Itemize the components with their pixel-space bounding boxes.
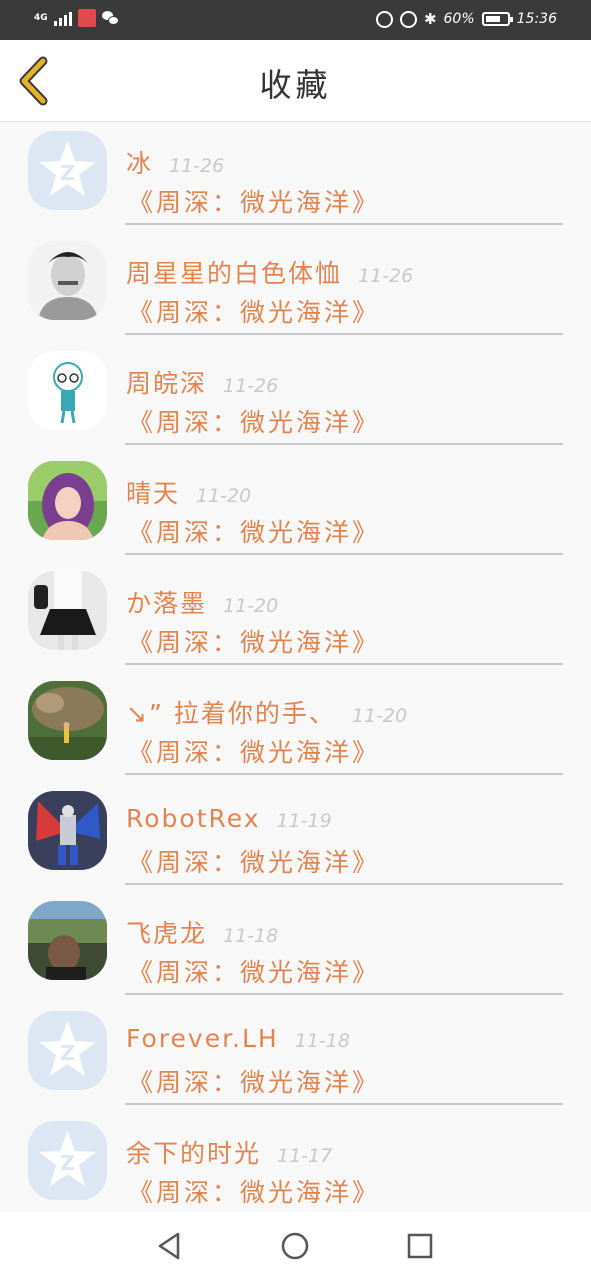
status-left: 4G [34, 9, 120, 27]
avatar[interactable] [28, 681, 107, 760]
divider [125, 663, 563, 665]
divider [125, 883, 563, 885]
divider [125, 443, 563, 445]
user-name: 周皖深 [126, 369, 208, 398]
divider [125, 773, 563, 775]
list-item[interactable]: ↘” 拉着你的手、 11-20 《周深：微光海洋》 [0, 672, 591, 782]
header-bar: 收藏 [0, 40, 591, 122]
avatar[interactable] [28, 571, 107, 650]
book-title: 《周深：微光海洋》 [128, 408, 381, 437]
book-title: 《周深：微光海洋》 [128, 518, 381, 547]
book-title: 《周深：微光海洋》 [128, 1178, 381, 1207]
status-bar: 4G ✱ 60% 15:36 [0, 0, 591, 40]
divider [125, 553, 563, 555]
favorite-date: 11-26 [358, 265, 414, 287]
system-nav-bar [0, 1212, 591, 1280]
list-item[interactable]: 飞虎龙 11-18 《周深：微光海洋》 [0, 892, 591, 1002]
favorite-date: 11-18 [223, 925, 279, 947]
favorites-list[interactable]: Z 冰 11-26 《周深：微光海洋》 周星星的白色体恤 11-26 《周深：微光海… [0, 122, 591, 1212]
square-recents-icon [407, 1233, 433, 1259]
name-line: 冰 11-26 [126, 144, 224, 180]
name-line: ↘” 拉着你的手、 11-20 [126, 694, 407, 730]
svg-text:Z: Z [60, 161, 75, 185]
avatar[interactable]: Z [28, 1121, 107, 1200]
list-item[interactable]: RobotRex 11-19 《周深：微光海洋》 [0, 782, 591, 892]
user-name: 冰 [126, 149, 154, 178]
name-line: 周星星的白色体恤 11-26 [126, 254, 413, 290]
user-name: ↘” 拉着你的手、 [126, 699, 336, 728]
user-name: 周星星的白色体恤 [126, 259, 343, 288]
user-name: RobotRex [126, 804, 261, 833]
avatar[interactable] [28, 241, 107, 320]
favorite-date: 11-18 [294, 1030, 350, 1052]
favorite-date: 11-20 [223, 595, 279, 617]
battery-icon [481, 12, 513, 26]
book-title: 《周深：微光海洋》 [128, 628, 381, 657]
avatar[interactable] [28, 791, 107, 870]
triangle-back-icon [158, 1232, 180, 1260]
user-name: 余下的时光 [126, 1139, 262, 1168]
wechat-icon [101, 10, 120, 26]
list-item[interactable]: 晴天 11-20 《周深：微光海洋》 [0, 452, 591, 562]
svg-text:Z: Z [60, 1041, 75, 1065]
favorite-date: 11-20 [196, 485, 252, 507]
name-line: 晴天 11-20 [126, 474, 251, 510]
name-line: 飞虎龙 11-18 [126, 914, 278, 950]
list-item[interactable]: 周皖深 11-26 《周深：微光海洋》 [0, 342, 591, 452]
favorite-date: 11-19 [276, 810, 332, 832]
alarm-icon [399, 10, 417, 28]
list-item[interactable]: Z 冰 11-26 《周深：微光海洋》 [0, 122, 591, 232]
divider [125, 1103, 563, 1105]
nav-back-button[interactable] [154, 1230, 186, 1262]
user-name: 晴天 [126, 479, 181, 508]
clock: 15:36 [516, 11, 557, 27]
page-title: 收藏 [259, 66, 332, 104]
nav-recents-button[interactable] [404, 1230, 436, 1262]
favorite-date: 11-26 [169, 155, 225, 177]
name-line: Forever.LH 11-18 [126, 1024, 350, 1053]
list-item[interactable]: 周星星的白色体恤 11-26 《周深：微光海洋》 [0, 232, 591, 342]
svg-text:Z: Z [60, 1151, 75, 1175]
avatar[interactable] [28, 351, 107, 430]
list-item[interactable]: Z Forever.LH 11-18 《周深：微光海洋》 [0, 1002, 591, 1112]
book-title: 《周深：微光海洋》 [128, 738, 381, 767]
favorite-date: 11-26 [223, 375, 279, 397]
divider [125, 333, 563, 335]
signal-icon [53, 10, 72, 26]
battery-percent: 60% [443, 11, 475, 27]
network-type: 4G [34, 12, 48, 23]
name-line: 余下的时光 11-17 [126, 1134, 332, 1170]
book-title: 《周深：微光海洋》 [128, 848, 381, 877]
name-line: 周皖深 11-26 [126, 364, 278, 400]
avatar[interactable]: Z [28, 131, 107, 210]
avatar[interactable] [28, 461, 107, 540]
app-icon [77, 9, 96, 27]
name-line: か落墨 11-20 [126, 584, 278, 620]
avatar[interactable] [28, 901, 107, 980]
favorite-date: 11-20 [351, 705, 408, 727]
nav-home-button[interactable] [279, 1230, 311, 1262]
favorite-date: 11-17 [277, 1145, 333, 1167]
name-line: RobotRex 11-19 [126, 804, 332, 833]
divider [125, 993, 563, 995]
list-item[interactable]: か落墨 11-20 《周深：微光海洋》 [0, 562, 591, 672]
book-title: 《周深：微光海洋》 [128, 958, 381, 987]
circle-home-icon [281, 1232, 309, 1260]
book-title: 《周深：微光海洋》 [128, 188, 381, 217]
list-item[interactable]: Z 余下的时光 11-17 《周深：微光海洋》 [0, 1112, 591, 1212]
avatar[interactable]: Z [28, 1011, 107, 1090]
book-title: 《周深：微光海洋》 [128, 298, 381, 327]
user-name: Forever.LH [126, 1024, 279, 1053]
nfc-icon [375, 10, 393, 28]
user-name: 飞虎龙 [126, 919, 208, 948]
bluetooth-icon: ✱ [423, 10, 437, 28]
user-name: か落墨 [126, 589, 208, 618]
book-title: 《周深：微光海洋》 [128, 1068, 381, 1097]
status-right: ✱ 60% 15:36 [375, 10, 557, 28]
divider [125, 223, 563, 225]
